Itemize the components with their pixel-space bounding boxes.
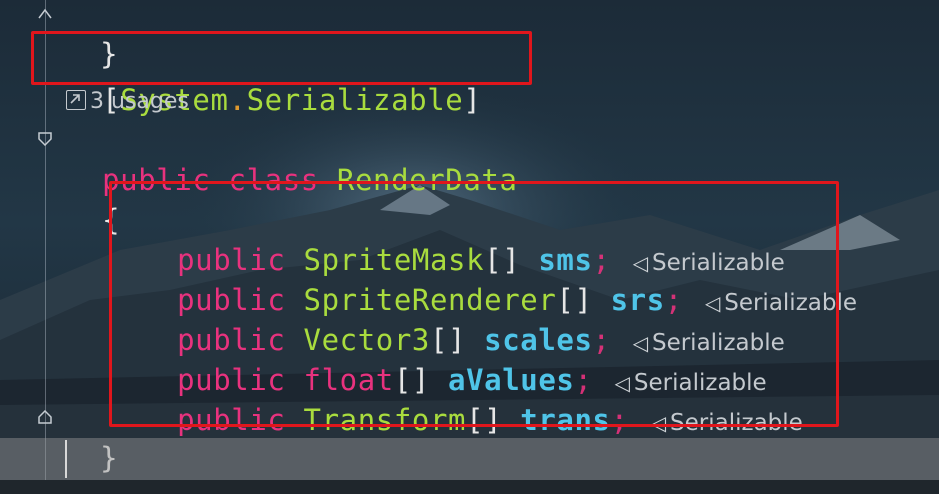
usages-label: 3 usages bbox=[90, 89, 189, 114]
fields-highlight-box bbox=[109, 181, 839, 427]
fold-collapse-icon[interactable] bbox=[37, 410, 53, 426]
code-line-closing-brace[interactable]: } bbox=[64, 398, 118, 475]
external-link-icon bbox=[66, 90, 86, 110]
attribute-close-bracket: ] bbox=[463, 83, 482, 117]
usages-code-lens[interactable]: 3 usages bbox=[66, 86, 189, 118]
editor-bottom-strip bbox=[0, 480, 939, 494]
fold-expand-icon[interactable] bbox=[37, 130, 53, 146]
attribute-name: Serializable bbox=[246, 83, 464, 117]
current-line-highlight[interactable] bbox=[0, 438, 939, 480]
text-caret bbox=[65, 440, 67, 478]
fold-collapse-icon[interactable] bbox=[37, 6, 53, 22]
code-line-closing-brace[interactable]: } bbox=[64, 0, 118, 71]
attribute-dot: . bbox=[228, 83, 247, 117]
code-line-class-declaration[interactable]: public class RenderData bbox=[66, 120, 518, 197]
attribute-highlight-box bbox=[31, 31, 532, 85]
